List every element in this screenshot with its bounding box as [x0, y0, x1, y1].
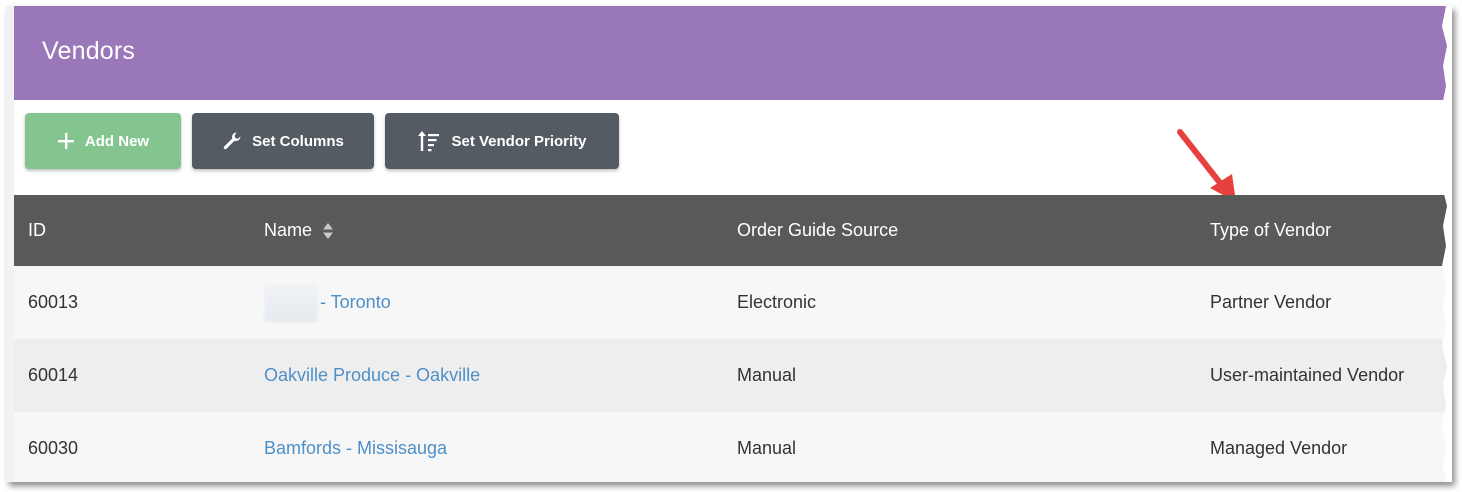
vendors-page: Vendors Add New Set Columns Set Vendor P…: [14, 6, 1450, 482]
vendors-table: ID Name Order Guide Source Type of Vendo…: [14, 195, 1450, 482]
table-row: 60014 Oakville Produce - Oakville Manual…: [14, 339, 1450, 412]
torn-edge: [1442, 6, 1452, 482]
cell-source: Manual: [737, 438, 797, 458]
cell-type: Managed Vendor: [1210, 438, 1348, 458]
cell-source: Manual: [737, 365, 797, 385]
cell-type: Partner Vendor: [1210, 292, 1332, 312]
set-columns-label: Set Columns: [252, 132, 344, 150]
sort-priority-icon: [417, 130, 441, 152]
cell-name: - Toronto: [264, 266, 391, 339]
vendor-link[interactable]: Bamfords - Missisauga: [264, 438, 447, 459]
cell-id: 60030: [28, 438, 79, 458]
set-vendor-priority-button[interactable]: Set Vendor Priority: [385, 113, 619, 169]
page-title: Vendors: [42, 37, 136, 65]
column-header-id[interactable]: ID: [28, 195, 46, 266]
add-new-label: Add New: [84, 132, 150, 150]
table-header: ID Name Order Guide Source Type of Vendo…: [14, 195, 1450, 266]
column-header-type-of-vendor[interactable]: Type of Vendor: [1210, 195, 1331, 266]
column-header-name[interactable]: Name: [264, 195, 334, 266]
redacted-text: [264, 283, 318, 322]
sort-updown-icon[interactable]: [322, 222, 334, 240]
table-row: 60013 - Toronto Electronic Partner Vendo…: [14, 266, 1450, 339]
wrench-icon: [222, 131, 242, 151]
set-columns-button[interactable]: Set Columns: [192, 113, 374, 169]
vendor-link[interactable]: Oakville Produce - Oakville: [264, 365, 480, 386]
cell-type: User-maintained Vendor: [1210, 365, 1405, 385]
screenshot-frame: Vendors Add New Set Columns Set Vendor P…: [6, 6, 1452, 482]
cell-name: Oakville Produce - Oakville: [264, 339, 480, 412]
cell-id: 60014: [28, 365, 79, 385]
cell-id: 60013: [28, 292, 79, 312]
plus-icon: [57, 132, 75, 150]
cell-source: Electronic: [737, 292, 817, 312]
add-new-button[interactable]: Add New: [25, 113, 181, 169]
column-header-order-guide-source[interactable]: Order Guide Source: [737, 195, 898, 266]
vendor-link[interactable]: - Toronto: [320, 292, 391, 313]
table-row: 60030 Bamfords - Missisauga Manual Manag…: [14, 412, 1450, 482]
cell-name: Bamfords - Missisauga: [264, 412, 447, 482]
page-header: Vendors: [14, 6, 1450, 100]
red-arrow-icon: [1177, 129, 1236, 202]
set-vendor-priority-label: Set Vendor Priority: [451, 132, 587, 150]
